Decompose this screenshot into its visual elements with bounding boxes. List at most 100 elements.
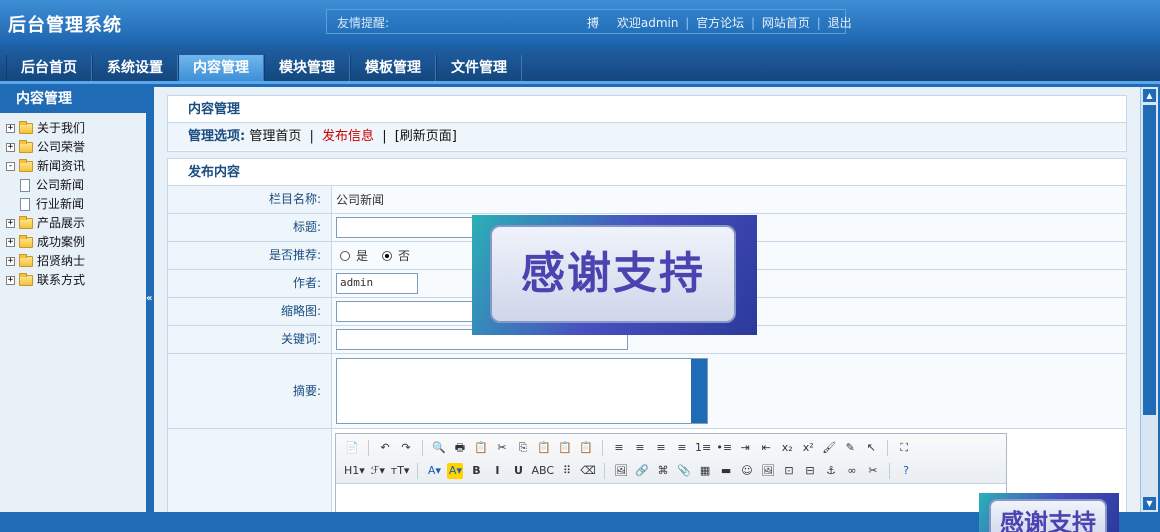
link-separator: |: [816, 16, 821, 30]
toolbar-button-icon[interactable]: ≡: [653, 440, 669, 456]
toolbar-button-icon[interactable]: 📋: [578, 440, 594, 456]
forum-link[interactable]: 官方论坛: [696, 16, 744, 30]
ad-text: 感谢支持: [521, 248, 705, 299]
recommend-yes-radio[interactable]: [340, 250, 350, 261]
tab-file-management[interactable]: 文件管理: [436, 55, 522, 81]
expand-icon[interactable]: +: [6, 276, 15, 285]
toolbar-button-icon[interactable]: ✂: [865, 463, 881, 479]
page-scrollbar[interactable]: ▲ ▼: [1140, 87, 1158, 512]
toolbar-button-icon[interactable]: H1▾: [344, 463, 365, 479]
tab-dashboard[interactable]: 后台首页: [6, 55, 92, 81]
toolbar-button-icon[interactable]: 📄: [344, 440, 360, 456]
toolbar-button-icon[interactable]: ⊡: [781, 463, 797, 479]
folder-icon: [19, 254, 33, 267]
user-links: 搏 欢迎admin | 官方论坛 | 网站首页 | 退出: [587, 14, 852, 31]
expand-icon[interactable]: +: [6, 257, 15, 266]
tree-item-cases[interactable]: + 成功案例: [0, 233, 146, 252]
collapse-icon[interactable]: -: [6, 162, 15, 171]
summary-textarea[interactable]: [336, 358, 708, 424]
toolbar-button-icon[interactable]: x₂: [779, 440, 795, 456]
toolbar-button-icon[interactable]: 🖌: [821, 440, 837, 456]
toolbar-button-icon[interactable]: тT▾: [391, 463, 410, 479]
toolbar-button-icon[interactable]: B: [468, 463, 484, 479]
manage-home-link[interactable]: 管理首页: [249, 129, 301, 144]
toolbar-button-icon[interactable]: ℱ▾: [370, 463, 386, 479]
tab-template-management[interactable]: 模板管理: [350, 55, 436, 81]
site-home-link[interactable]: 网站首页: [762, 16, 810, 30]
toolbar-button-icon[interactable]: ⚓: [823, 463, 839, 479]
toolbar-button-icon[interactable]: ABC: [531, 463, 554, 479]
toolbar-button-icon[interactable]: ∞: [844, 463, 860, 479]
toolbar-button-icon[interactable]: ✎: [842, 440, 858, 456]
sidebar-collapse-bar[interactable]: [146, 87, 154, 532]
toolbar-button-icon[interactable]: ↶: [377, 440, 393, 456]
tree-item-label: 行业新闻: [36, 197, 85, 211]
expand-icon[interactable]: +: [6, 238, 15, 247]
recommend-no-radio[interactable]: [382, 250, 393, 261]
scroll-up-icon[interactable]: ▲: [1143, 89, 1156, 102]
toolbar-button-icon[interactable]: 🖼: [760, 463, 776, 479]
toolbar-button-icon[interactable]: I: [489, 463, 505, 479]
toolbar-button-icon[interactable]: 🖼: [613, 463, 629, 479]
tree-item-products[interactable]: + 产品展示: [0, 214, 146, 233]
tree-item-honors[interactable]: + 公司荣誉: [0, 138, 146, 157]
toolbar-button-icon[interactable]: 📎: [676, 463, 692, 479]
tree-item-about-us[interactable]: + 关于我们: [0, 119, 146, 138]
logout-link[interactable]: 退出: [828, 16, 852, 30]
expand-icon[interactable]: +: [6, 124, 15, 133]
toolbar-button-icon[interactable]: ↷: [398, 440, 414, 456]
floating-ad[interactable]: 感谢支持: [472, 215, 757, 335]
tree-item-company-news[interactable]: 公司新闻: [0, 176, 146, 195]
tree-item-recruitment[interactable]: + 招贤纳士: [0, 252, 146, 271]
toolbar-button-icon[interactable]: ✂: [494, 440, 510, 456]
scroll-down-icon[interactable]: ▼: [1143, 497, 1156, 510]
toolbar-button-icon[interactable]: U: [510, 463, 526, 479]
refresh-link[interactable]: [刷新页面]: [395, 129, 457, 144]
welcome-text: 欢迎admin: [616, 16, 679, 30]
toolbar-button-icon[interactable]: ⠿: [559, 463, 575, 479]
toolbar-button-icon[interactable]: 📋: [473, 440, 489, 456]
toolbar-button-icon[interactable]: A▾: [426, 463, 442, 479]
scroll-thumb[interactable]: [1143, 105, 1156, 415]
expand-icon[interactable]: +: [6, 219, 15, 228]
toolbar-button-icon[interactable]: 📋: [536, 440, 552, 456]
tree-item-label: 产品展示: [37, 216, 86, 230]
tab-system-settings[interactable]: 系统设置: [92, 55, 178, 81]
toolbar-button-icon[interactable]: ▬: [718, 463, 734, 479]
author-input[interactable]: admin: [336, 273, 418, 294]
expand-icon[interactable]: +: [6, 143, 15, 152]
tree-item-contact[interactable]: + 联系方式: [0, 271, 146, 290]
toolbar-button-icon[interactable]: ⇥: [737, 440, 753, 456]
toolbar-button-icon[interactable]: 1≡: [695, 440, 711, 456]
textarea-scrollbar[interactable]: [691, 359, 707, 423]
toolbar-separator: [417, 462, 419, 479]
tab-module-management[interactable]: 模块管理: [264, 55, 350, 81]
form-row-column: 栏目名称: 公司新闻: [168, 186, 1126, 214]
toolbar-button-icon[interactable]: x²: [800, 440, 816, 456]
toolbar-button-icon[interactable]: 🖶: [452, 440, 468, 456]
toolbar-button-icon[interactable]: ≡: [611, 440, 627, 456]
toolbar-button-icon[interactable]: A▾: [447, 462, 464, 479]
toolbar-button-icon[interactable]: 🔍: [431, 440, 447, 456]
toolbar-button-icon[interactable]: ⊟: [802, 463, 818, 479]
toolbar-button-icon[interactable]: ?: [898, 463, 914, 479]
toolbar-button-icon[interactable]: 📋: [557, 440, 573, 456]
toolbar-button-icon[interactable]: ⌫: [580, 463, 596, 479]
floating-ad-corner[interactable]: 感谢支持: [979, 493, 1119, 532]
toolbar-button-icon[interactable]: ↖: [863, 440, 879, 456]
toolbar-button-icon[interactable]: ⎘: [515, 440, 531, 456]
notice-bar: 友情提醒: 搏 欢迎admin | 官方论坛 | 网站首页 | 退出: [326, 9, 852, 34]
toolbar-button-icon[interactable]: 🔗: [634, 463, 650, 479]
toolbar-button-icon[interactable]: ⛶: [896, 440, 912, 456]
tab-content-management[interactable]: 内容管理: [178, 55, 264, 81]
toolbar-button-icon[interactable]: ⌘: [655, 463, 671, 479]
tree-item-news[interactable]: - 新闻资讯: [0, 157, 146, 176]
toolbar-button-icon[interactable]: ☺: [739, 463, 755, 479]
toolbar-button-icon[interactable]: ▦: [697, 463, 713, 479]
tree-item-industry-news[interactable]: 行业新闻: [0, 195, 146, 214]
toolbar-button-icon[interactable]: ⇤: [758, 440, 774, 456]
publish-link[interactable]: 发布信息: [322, 129, 374, 144]
toolbar-button-icon[interactable]: •≡: [716, 440, 732, 456]
toolbar-button-icon[interactable]: ≡: [632, 440, 648, 456]
toolbar-button-icon[interactable]: ≡: [674, 440, 690, 456]
